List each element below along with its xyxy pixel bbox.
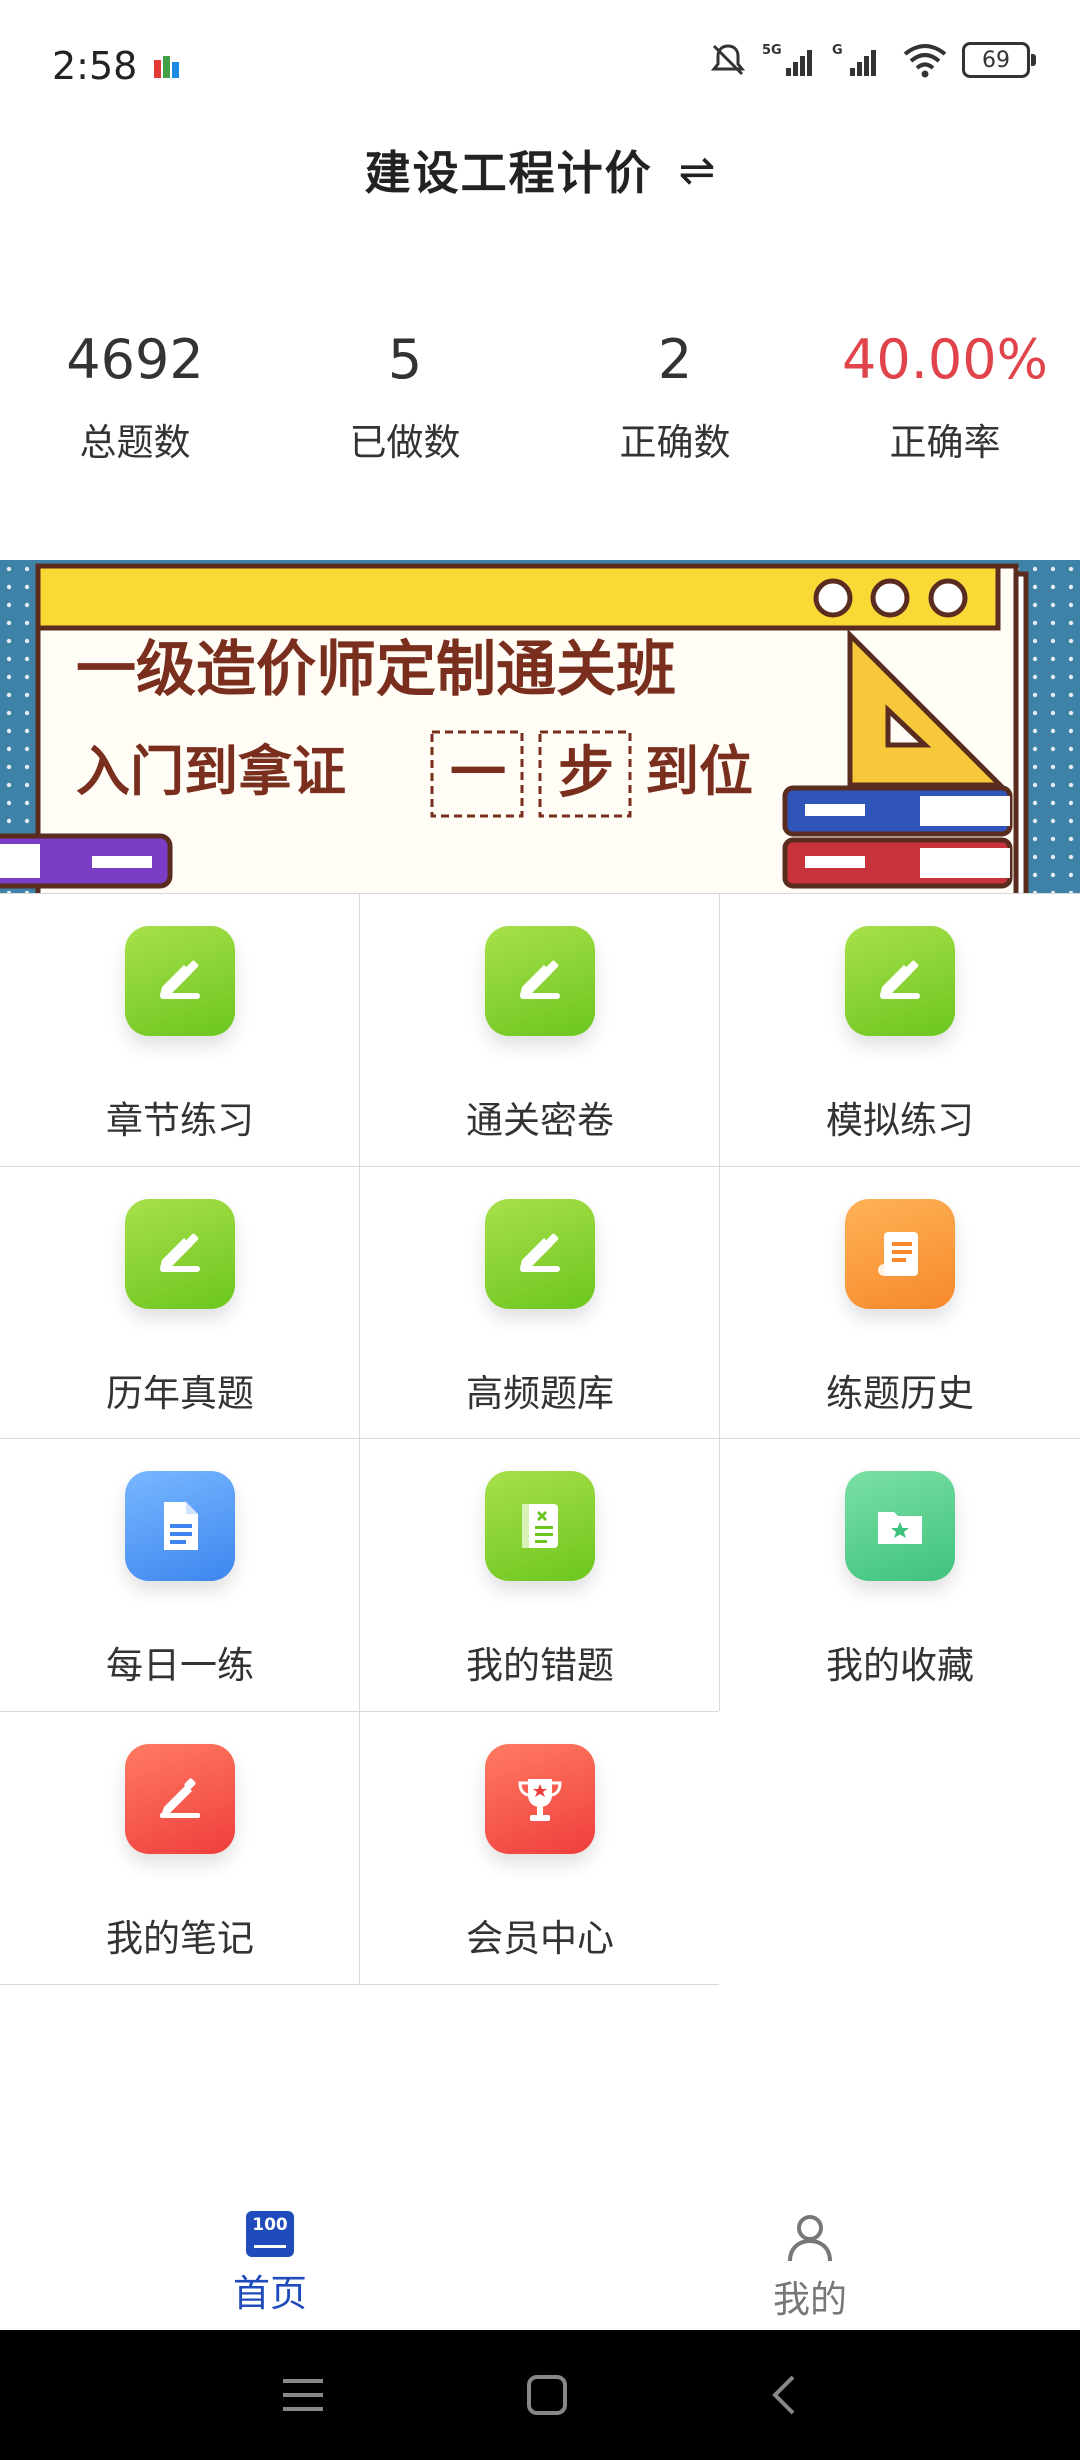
grid-item-label: 通关密卷	[466, 1099, 614, 1143]
grid-item-practice-history[interactable]: 练题历史	[719, 1165, 1080, 1440]
stat-correct: 2 正确数	[540, 320, 810, 480]
stat-label: 总题数	[79, 421, 191, 464]
tab-mine-label: 我的	[773, 2278, 847, 2321]
trophy-icon	[485, 1743, 596, 1854]
edit-icon	[845, 926, 956, 1037]
grid-item-pass-papers[interactable]: 通关密卷	[359, 893, 721, 1168]
banner-headline: 一级造价师定制通关班	[76, 635, 676, 705]
banner-box-1: 一	[450, 741, 506, 806]
grid-item-wrong-questions[interactable]: 我的错题	[359, 1438, 721, 1713]
page-title: 建设工程计价	[364, 146, 653, 200]
grid-item-high-frequency[interactable]: 高频题库	[359, 1165, 721, 1440]
stat-total: 4692 总题数	[0, 320, 270, 480]
scroll-icon	[845, 1198, 956, 1309]
system-navigation-bar	[0, 2330, 1080, 2460]
home-button-icon[interactable]	[525, 2373, 569, 2417]
back-icon[interactable]	[769, 2373, 799, 2417]
feature-grid: 章节练习 通关密卷 模拟练习 历年真题 高频题库 练题历史 每日一练 我的错题 …	[0, 893, 1080, 1985]
tab-home-label: 首页	[233, 2272, 307, 2315]
notebook-icon	[485, 1471, 596, 1582]
switch-subject-icon[interactable]: ⇌	[679, 145, 716, 196]
banner-sub-suffix: 到位	[645, 740, 753, 803]
tab-mine[interactable]: 我的	[540, 2185, 1080, 2330]
grid-item-mock-practice[interactable]: 模拟练习	[719, 893, 1080, 1168]
promo-banner[interactable]: 一级造价师定制通关班 入门到拿证 一 步 到位	[0, 560, 1080, 895]
user-icon	[788, 2215, 832, 2262]
banner-graphic: 一级造价师定制通关班 入门到拿证 一 步 到位	[0, 560, 1080, 895]
stat-label: 正确数	[619, 421, 731, 464]
edit-icon	[125, 1198, 236, 1309]
status-time: 2:58	[52, 44, 138, 88]
stats-row: 4692 总题数 5 已做数 2 正确数 40.00% 正确率	[0, 320, 1080, 480]
grid-item-past-exams[interactable]: 历年真题	[0, 1165, 361, 1440]
edit-icon	[485, 926, 596, 1037]
grid-item-my-notes[interactable]: 我的笔记	[0, 1710, 361, 1985]
mute-icon	[710, 44, 746, 76]
status-bar: 2:58 5G G 69	[0, 0, 1080, 130]
stat-value: 2	[657, 328, 693, 391]
tab-home[interactable]: 100 首页	[0, 2185, 540, 2330]
grid-item-label: 我的错题	[466, 1644, 614, 1688]
grid-item-chapter-practice[interactable]: 章节练习	[0, 893, 361, 1168]
grid-empty-cell	[719, 1710, 1080, 1985]
grid-item-label: 每日一练	[106, 1644, 254, 1688]
grid-item-label: 我的笔记	[106, 1916, 254, 1960]
edit-icon	[485, 1198, 596, 1309]
star-folder-icon	[845, 1471, 956, 1582]
home-icon: 100	[246, 2211, 294, 2257]
edit-icon	[125, 926, 236, 1037]
svg-text:5G: 5G	[762, 43, 782, 58]
grid-item-favorites[interactable]: 我的收藏	[719, 1438, 1080, 1713]
svg-text:G: G	[832, 43, 843, 58]
grid-item-member-center[interactable]: 会员中心	[359, 1710, 721, 1985]
grid-item-label: 练题历史	[826, 1371, 974, 1415]
stat-done: 5 已做数	[270, 320, 540, 480]
document-icon	[125, 1471, 236, 1582]
grid-item-label: 高频题库	[466, 1371, 614, 1415]
banner-box-2: 步	[558, 741, 614, 806]
page-header: 建设工程计价 ⇌	[0, 120, 1080, 220]
pen-icon	[125, 1743, 236, 1854]
stat-value: 5	[387, 328, 423, 391]
signal-g-icon: G	[832, 43, 876, 76]
grid-item-label: 章节练习	[106, 1099, 254, 1143]
app-notification-icon	[154, 56, 179, 78]
battery-indicator: 69	[962, 42, 1036, 78]
signal-5g-icon: 5G	[762, 43, 812, 76]
banner-sub-prefix: 入门到拿证	[76, 740, 346, 803]
stat-label: 正确率	[889, 421, 1001, 464]
stat-label: 已做数	[349, 421, 461, 464]
stat-value: 4692	[66, 328, 204, 391]
stat-value: 40.00%	[842, 328, 1048, 391]
menu-icon[interactable]	[281, 2375, 325, 2415]
grid-item-label: 我的收藏	[826, 1644, 974, 1688]
grid-item-label: 会员中心	[466, 1916, 614, 1960]
bottom-navigation: 100 首页 我的	[0, 2185, 1080, 2330]
grid-item-daily-practice[interactable]: 每日一练	[0, 1438, 361, 1713]
grid-item-label: 历年真题	[106, 1371, 254, 1415]
stat-rate: 40.00% 正确率	[810, 320, 1080, 480]
wifi-icon	[903, 44, 947, 78]
grid-item-label: 模拟练习	[826, 1099, 974, 1143]
